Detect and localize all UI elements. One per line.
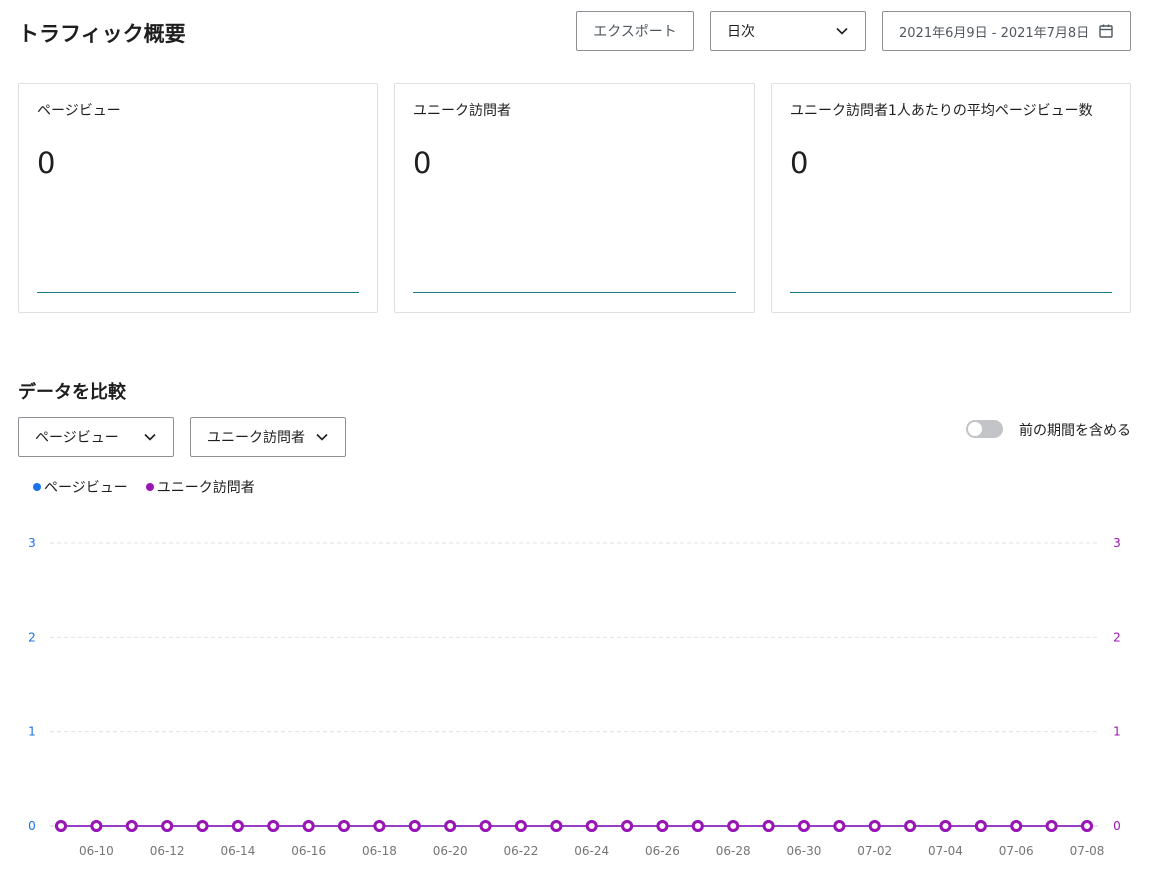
previous-period-label: 前の期間を含める	[1019, 423, 1131, 439]
legend-dot	[145, 483, 154, 491]
card-sparkline	[790, 292, 1112, 293]
series-point-2	[1081, 820, 1093, 832]
card-sparkline	[413, 292, 736, 293]
x-tick-label: 06-22	[503, 844, 538, 858]
series-point-2	[514, 820, 527, 832]
legend-dot	[33, 483, 41, 491]
card-page-views[interactable]: ページビュー 0	[18, 83, 378, 313]
calendar-icon	[1098, 23, 1114, 39]
series-point-2	[691, 820, 704, 832]
compare-line-chart: 0 0 1 1 2 2 3 3 06-10 06-12 06-14 06-16 06-18 06-20 06…	[28, 536, 1121, 858]
previous-period-toggle[interactable]	[966, 420, 1003, 438]
series-point-2	[550, 820, 563, 832]
x-tick-label: 06-16	[291, 844, 326, 858]
series-point-2	[797, 820, 810, 832]
page-title: トラフィック概要	[18, 22, 186, 46]
date-range-text: 2021年6月9日 - 2021年7月8日	[899, 25, 1090, 41]
series-point-2	[196, 820, 209, 832]
y-tick-left: 2	[28, 630, 36, 644]
x-tick-label: 06-10	[79, 844, 114, 858]
x-tick-label: 07-06	[999, 844, 1034, 858]
series-point-2	[833, 820, 846, 832]
x-tick-label: 06-14	[220, 844, 255, 858]
x-tick-label: 06-30	[787, 844, 822, 858]
chevron-down-icon	[835, 24, 849, 38]
metric-select-2[interactable]: ユニーク訪問者	[190, 417, 346, 457]
series-point-2	[302, 820, 315, 832]
x-tick-label: 07-08	[1070, 844, 1105, 858]
series-point-2	[939, 820, 952, 832]
y-tick-left: 3	[28, 536, 36, 550]
x-tick-label: 06-18	[362, 844, 397, 858]
series-point-2	[479, 820, 492, 832]
series-point-2	[444, 820, 457, 832]
x-tick-label: 06-24	[574, 844, 609, 858]
card-value: 0	[790, 146, 809, 180]
series-point-2	[90, 820, 103, 832]
series-point-2	[868, 820, 881, 832]
y-tick-left: 0	[28, 819, 36, 833]
series-point-2	[974, 820, 987, 832]
export-button[interactable]: エクスポート	[576, 11, 694, 51]
metric-select-value: ユニーク訪問者	[207, 430, 305, 446]
card-avg-page-views[interactable]: ユニーク訪問者1人あたりの平均ページビュー数 0	[771, 83, 1131, 313]
series-point-2	[656, 820, 669, 832]
card-value: 0	[37, 146, 56, 180]
chevron-down-icon	[315, 430, 329, 444]
series-point-2	[762, 820, 775, 832]
legend-label: ユニーク訪問者	[156, 480, 255, 496]
x-tick-label: 07-04	[928, 844, 963, 858]
series-point-2	[621, 820, 634, 832]
series-point-2	[338, 820, 351, 832]
series-point-2	[161, 820, 174, 832]
toggle-knob	[968, 422, 982, 436]
card-value: 0	[413, 146, 432, 180]
interval-value: 日次	[727, 24, 755, 40]
chevron-down-icon	[143, 430, 157, 444]
y-tick-right: 0	[1113, 819, 1121, 833]
chart-legend: ページビュー ユニーク訪問者	[33, 477, 255, 497]
y-tick-right: 1	[1113, 725, 1121, 739]
card-unique-visitors[interactable]: ユニーク訪問者 0	[394, 83, 755, 313]
compare-title: データを比較	[18, 382, 126, 403]
x-tick-label: 06-20	[433, 844, 468, 858]
legend-item-unique-visitors[interactable]: ユニーク訪問者	[145, 477, 255, 497]
series-point-2	[727, 820, 740, 832]
series-point-2	[408, 820, 421, 832]
x-tick-label: 06-26	[645, 844, 680, 858]
y-tick-right: 2	[1113, 630, 1121, 644]
legend-item-page-views[interactable]: ページビュー	[33, 477, 128, 497]
series-point-2	[125, 820, 138, 832]
x-tick-label: 06-28	[716, 844, 751, 858]
card-label: ユニーク訪問者1人あたりの平均ページビュー数	[790, 103, 1093, 119]
series-point-2	[904, 820, 917, 832]
series-point-2	[231, 820, 244, 832]
series-point-2	[1045, 820, 1058, 832]
card-label: ページビュー	[37, 103, 121, 119]
card-sparkline	[37, 292, 359, 293]
series-point-2	[585, 820, 598, 832]
series-point-2	[1010, 820, 1023, 832]
x-tick-label: 07-02	[857, 844, 892, 858]
series-point-2	[55, 820, 67, 832]
y-tick-right: 3	[1113, 536, 1121, 550]
series-point-2	[373, 820, 386, 832]
x-tick-label: 06-12	[150, 844, 185, 858]
interval-select[interactable]: 日次	[710, 11, 866, 51]
series-point-2	[267, 820, 280, 832]
metric-select-1[interactable]: ページビュー	[18, 417, 174, 457]
y-tick-left: 1	[28, 725, 36, 739]
card-label: ユニーク訪問者	[413, 103, 511, 119]
metric-select-value: ページビュー	[35, 430, 119, 446]
date-range-button[interactable]: 2021年6月9日 - 2021年7月8日	[882, 11, 1131, 51]
legend-label: ページビュー	[44, 480, 128, 496]
